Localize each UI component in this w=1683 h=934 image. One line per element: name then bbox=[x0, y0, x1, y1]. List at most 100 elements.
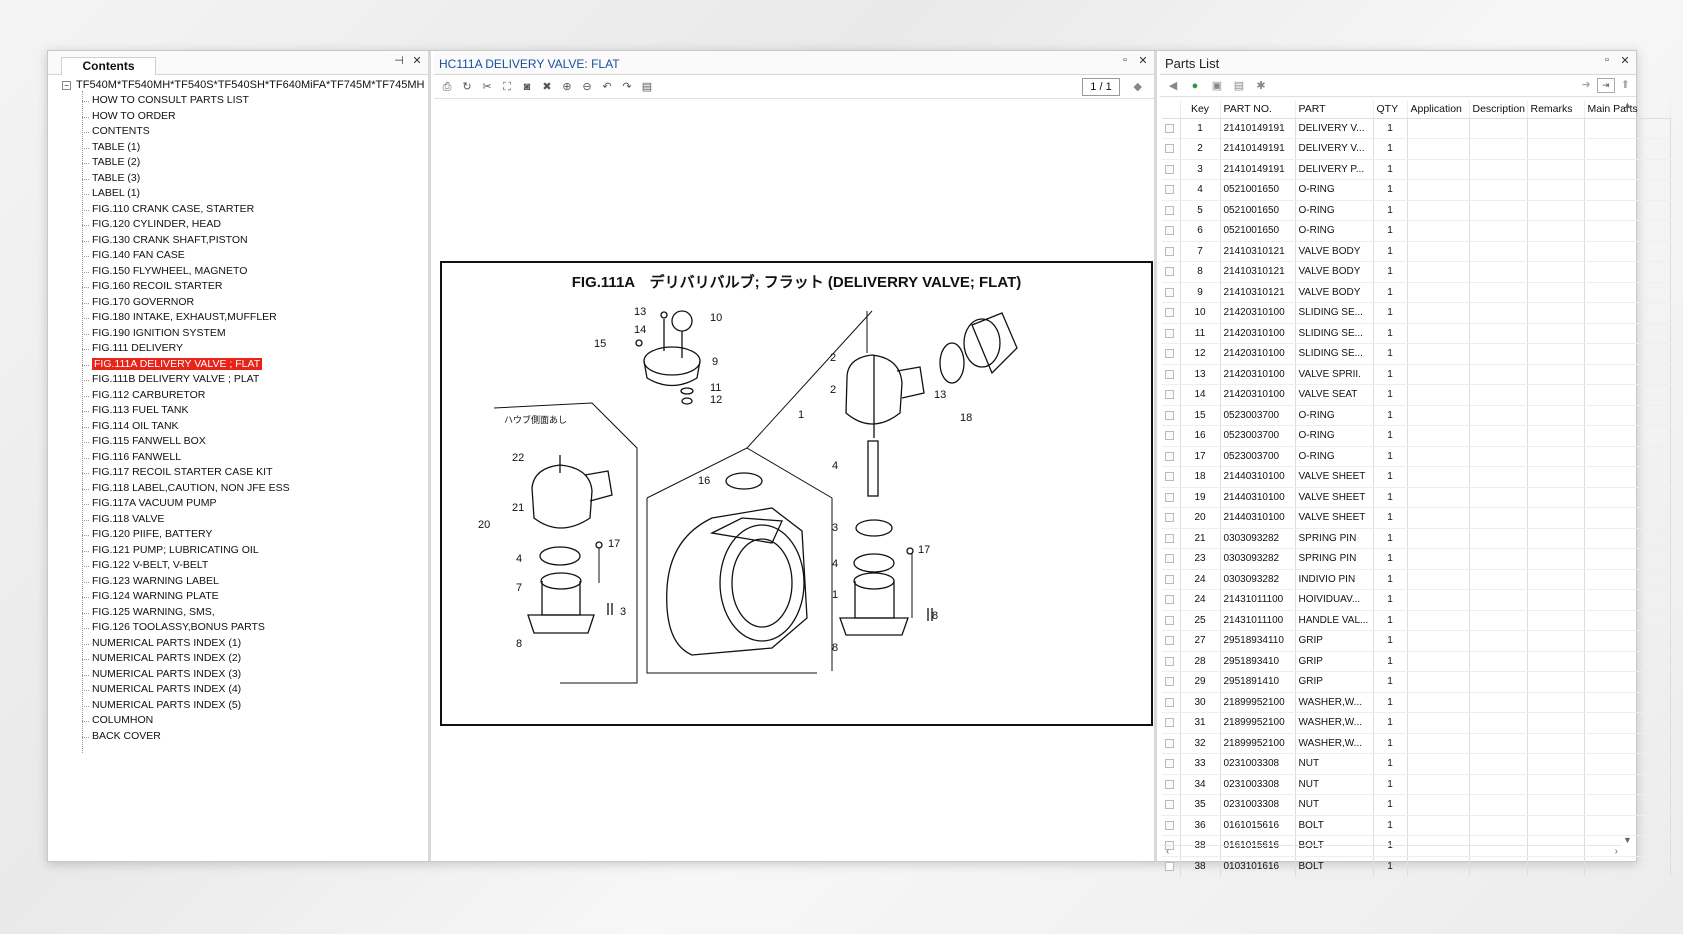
tree-item[interactable]: NUMERICAL PARTS INDEX (3) bbox=[82, 667, 290, 683]
row-checkbox[interactable] bbox=[1162, 220, 1181, 242]
restore-icon[interactable]: ▫ bbox=[1602, 54, 1612, 67]
viewer-title[interactable]: HC111A DELIVERY VALVE: FLAT bbox=[439, 57, 620, 71]
forward-icon[interactable]: ➜ bbox=[1582, 78, 1591, 93]
tree-item[interactable]: FIG.116 FANWELL bbox=[82, 450, 290, 466]
tree-root[interactable]: − TF540M*TF540MH*TF540S*TF540SH*TF640MiFA… bbox=[62, 79, 424, 91]
table-row[interactable]: 20 21440310100 VALVE SHEET 1 bbox=[1162, 507, 1671, 529]
table-row[interactable]: 23 0303093282 SPRING PIN 1 bbox=[1162, 548, 1671, 570]
table-row[interactable]: 18 21440310100 VALVE SHEET 1 bbox=[1162, 466, 1671, 488]
tree-item[interactable]: FIG.111B DELIVERY VALVE ; PLAT bbox=[82, 372, 290, 388]
camera-icon[interactable]: ◙ bbox=[520, 80, 534, 94]
tree-item[interactable]: FIG.118 VALVE bbox=[82, 512, 290, 528]
tree-item[interactable]: FIG.110 CRANK CASE, STARTER bbox=[82, 202, 290, 218]
restore-icon[interactable]: ▫ bbox=[1120, 54, 1130, 67]
tree-item[interactable]: FIG.160 RECOIL STARTER bbox=[82, 279, 290, 295]
table-row[interactable]: 29 2951891410 GRIP 1 bbox=[1162, 671, 1671, 693]
tree-item[interactable]: FIG.111 DELIVERY bbox=[82, 341, 290, 357]
table-row[interactable]: 16 0523003700 O-RING 1 bbox=[1162, 425, 1671, 447]
row-checkbox[interactable] bbox=[1162, 692, 1181, 713]
tree-item[interactable]: CONTENTS bbox=[82, 124, 290, 140]
col-header-qty[interactable]: QTY bbox=[1373, 100, 1408, 119]
tree-item[interactable]: NUMERICAL PARTS INDEX (4) bbox=[82, 682, 290, 698]
tree-item[interactable]: FIG.115 FANWELL BOX bbox=[82, 434, 290, 450]
table-row[interactable]: 36 0161015616 BOLT 1 bbox=[1162, 815, 1671, 836]
export-icon[interactable]: ▤ bbox=[640, 80, 654, 94]
tree-item[interactable]: FIG.117A VACUUM PUMP bbox=[82, 496, 290, 512]
row-checkbox[interactable] bbox=[1162, 794, 1181, 816]
table-row[interactable]: 33 0231003308 NUT 1 bbox=[1162, 753, 1671, 775]
table-row[interactable]: 38 0103101616 BOLT 1 bbox=[1162, 856, 1671, 877]
table-row[interactable]: 12 21420310100 SLIDING SE... 1 bbox=[1162, 343, 1671, 365]
row-checkbox[interactable] bbox=[1162, 343, 1181, 365]
save-icon[interactable]: ▣ bbox=[1210, 79, 1224, 93]
row-checkbox[interactable] bbox=[1162, 651, 1181, 672]
row-checkbox[interactable] bbox=[1162, 610, 1181, 631]
table-row[interactable]: 7 21410310121 VALVE BODY 1 bbox=[1162, 241, 1671, 262]
print-icon[interactable]: ⎙ bbox=[440, 80, 454, 94]
tree-item[interactable]: FIG.121 PUMP; LUBRICATING OIL bbox=[82, 543, 290, 559]
refresh-icon[interactable]: ● bbox=[1188, 79, 1202, 93]
collapse-icon[interactable]: − bbox=[62, 80, 71, 90]
row-checkbox[interactable] bbox=[1162, 261, 1181, 283]
tree-item[interactable]: FIG.130 CRANK SHAFT,PISTON bbox=[82, 233, 290, 249]
table-row[interactable]: 34 0231003308 NUT 1 bbox=[1162, 774, 1671, 795]
row-checkbox[interactable] bbox=[1162, 466, 1181, 488]
row-checkbox[interactable] bbox=[1162, 159, 1181, 180]
row-checkbox[interactable] bbox=[1162, 282, 1181, 303]
row-checkbox[interactable] bbox=[1162, 405, 1181, 426]
table-row[interactable]: 10 21420310100 SLIDING SE... 1 bbox=[1162, 302, 1671, 324]
scroll-up-icon[interactable]: ▲ bbox=[1623, 100, 1632, 110]
tree-item[interactable]: HOW TO CONSULT PARTS LIST bbox=[82, 93, 290, 109]
row-checkbox[interactable] bbox=[1162, 671, 1181, 693]
row-checkbox[interactable] bbox=[1162, 630, 1181, 652]
parts-hscroll[interactable]: ‹ › bbox=[1162, 845, 1622, 857]
table-row[interactable]: 15 0523003700 O-RING 1 bbox=[1162, 405, 1671, 426]
row-checkbox[interactable] bbox=[1162, 384, 1181, 406]
row-checkbox[interactable] bbox=[1162, 200, 1181, 221]
table-row[interactable]: 2 21410149191 DELIVERY V... 1 bbox=[1162, 138, 1671, 160]
row-checkbox[interactable] bbox=[1162, 815, 1181, 836]
tree-item[interactable]: FIG.122 V-BELT, V-BELT bbox=[82, 558, 290, 574]
table-row[interactable]: 8 21410310121 VALVE BODY 1 bbox=[1162, 261, 1671, 283]
close-icon[interactable]: ✕ bbox=[1138, 54, 1148, 67]
row-checkbox[interactable] bbox=[1162, 774, 1181, 795]
tree-item[interactable]: FIG.170 GOVERNOR bbox=[82, 295, 290, 311]
rotate-icon[interactable]: ↻ bbox=[460, 80, 474, 94]
scroll-down-icon[interactable]: ▼ bbox=[1623, 835, 1632, 845]
tree-item[interactable]: COLUMHON bbox=[82, 713, 290, 729]
zoom-in-icon[interactable]: ⊕ bbox=[560, 80, 574, 94]
table-row[interactable]: 1 21410149191 DELIVERY V... 1 bbox=[1162, 118, 1671, 139]
select-col-header[interactable] bbox=[1162, 100, 1181, 119]
row-checkbox[interactable] bbox=[1162, 733, 1181, 754]
tree-item[interactable]: FIG.120 CYLINDER, HEAD bbox=[82, 217, 290, 233]
tree-item[interactable]: NUMERICAL PARTS INDEX (5) bbox=[82, 698, 290, 714]
col-header-application[interactable]: Application bbox=[1407, 100, 1470, 119]
row-checkbox[interactable] bbox=[1162, 548, 1181, 570]
col-header-part-no[interactable]: PART NO. bbox=[1220, 100, 1296, 119]
col-header-key[interactable]: Key bbox=[1180, 100, 1221, 119]
tree-item[interactable]: TABLE (1) bbox=[82, 140, 290, 156]
cut-icon[interactable]: ✂ bbox=[480, 80, 494, 94]
row-checkbox[interactable] bbox=[1162, 302, 1181, 324]
zoom-out-icon[interactable]: ⊖ bbox=[580, 80, 594, 94]
scroll-left-icon[interactable]: ‹ bbox=[1166, 846, 1169, 857]
row-checkbox[interactable] bbox=[1162, 856, 1181, 877]
row-checkbox[interactable] bbox=[1162, 425, 1181, 447]
tree-item[interactable]: TABLE (3) bbox=[82, 171, 290, 187]
table-row[interactable]: 17 0523003700 O-RING 1 bbox=[1162, 446, 1671, 467]
table-row[interactable]: 30 21899952100 WASHER,W... 1 bbox=[1162, 692, 1671, 713]
tree-item[interactable]: FIG.190 IGNITION SYSTEM bbox=[82, 326, 290, 342]
table-row[interactable]: 31 21899952100 WASHER,W... 1 bbox=[1162, 712, 1671, 734]
tree-item[interactable]: FIG.117 RECOIL STARTER CASE KIT bbox=[82, 465, 290, 481]
tree-item[interactable]: BACK COVER bbox=[82, 729, 290, 745]
back-icon[interactable]: ◀ bbox=[1166, 79, 1180, 93]
tree-item[interactable]: FIG.124 WARNING PLATE bbox=[82, 589, 290, 605]
row-checkbox[interactable] bbox=[1162, 364, 1181, 385]
contents-tab[interactable]: Contents bbox=[61, 57, 156, 75]
row-checkbox[interactable] bbox=[1162, 487, 1181, 508]
tree-item[interactable]: FIG.118 LABEL,CAUTION, NON JFE ESS bbox=[82, 481, 290, 497]
table-row[interactable]: 25 21431011100 HANDLE VAL... 1 bbox=[1162, 610, 1671, 631]
col-header-remarks[interactable]: Remarks bbox=[1527, 100, 1585, 119]
undo-icon[interactable]: ↶ bbox=[600, 80, 614, 94]
tree-item[interactable]: HOW TO ORDER bbox=[82, 109, 290, 125]
